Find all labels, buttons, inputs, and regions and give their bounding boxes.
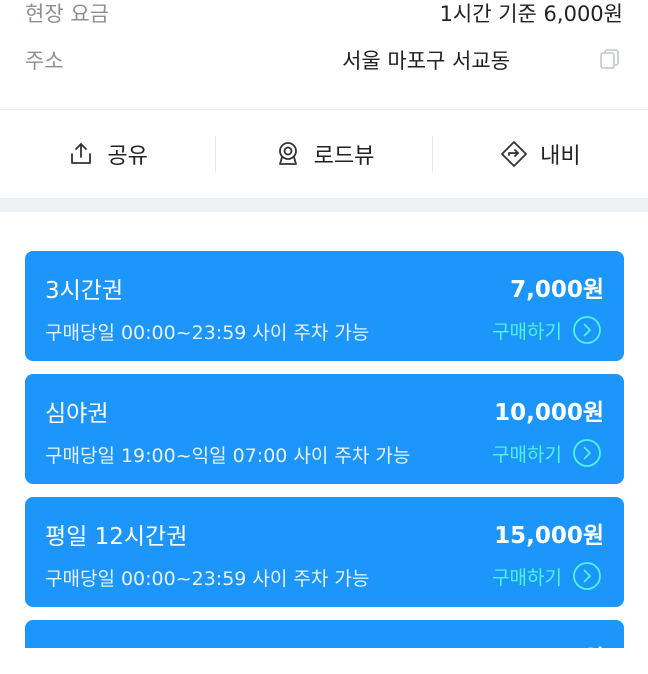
ticket-name: 심야권: [45, 401, 109, 427]
ticket-price: 15,000원: [494, 523, 604, 549]
roadview-label: 로드뷰: [313, 144, 375, 169]
buy-button[interactable]: 구매하기: [492, 315, 602, 345]
ticket-price: 10,000원: [494, 400, 604, 426]
buy-button[interactable]: 구매하기: [492, 438, 602, 468]
ticket-card[interactable]: 평일 12시간권 15,000원 구매당일 00:00~23:59 사이 주차 …: [25, 497, 624, 607]
navigation-label: 내비: [540, 144, 581, 169]
action-bar: 공유 로드뷰 내비: [0, 110, 648, 198]
copy-icon[interactable]: [599, 48, 621, 70]
ticket-name: 평일 당일권(월~금): [45, 647, 238, 673]
ticket-price: 20,000원: [494, 646, 604, 672]
onsite-fee-label: 현장 요금: [25, 2, 109, 26]
buy-label: 구매하기: [492, 320, 562, 343]
ticket-card[interactable]: 3시간권 7,000원 구매당일 00:00~23:59 사이 주차 가능 구매…: [25, 251, 624, 361]
onsite-fee-row: 현장 요금 1시간 기준 6,000원: [0, 0, 648, 33]
address-label: 주소: [25, 49, 64, 73]
navigation-button[interactable]: 내비: [433, 110, 648, 198]
buy-label: 구매하기: [492, 443, 562, 466]
chevron-right-circle-icon: [573, 316, 601, 344]
section-gap: [0, 198, 648, 212]
buy-label: 구매하기: [492, 566, 562, 589]
buy-button[interactable]: 구매하기: [492, 561, 602, 591]
share-label: 공유: [107, 144, 148, 169]
ticket-description: 구매당일 00:00~23:59 사이 주차 가능: [45, 568, 370, 590]
roadview-button[interactable]: 로드뷰: [216, 110, 431, 198]
ticket-card[interactable]: 심야권 10,000원 구매당일 19:00~익일 07:00 사이 주차 가능…: [25, 374, 624, 484]
address-value: 서울 마포구 서교동: [342, 49, 510, 73]
ticket-name: 평일 12시간권: [45, 524, 188, 550]
ticket-price: 7,000원: [510, 277, 604, 303]
address-row: 주소 서울 마포구 서교동: [0, 40, 648, 80]
share-icon: [71, 143, 92, 164]
navigation-icon: [501, 141, 527, 167]
onsite-fee-value: 1시간 기준 6,000원: [439, 2, 623, 26]
chevron-right-circle-icon: [573, 562, 601, 590]
ticket-card[interactable]: 평일 당일권(월~금) 20,000원: [25, 620, 624, 673]
share-button[interactable]: 공유: [0, 110, 215, 198]
chevron-right-circle-icon: [573, 439, 601, 467]
ticket-name: 3시간권: [45, 278, 124, 304]
ticket-description: 구매당일 19:00~익일 07:00 사이 주차 가능: [45, 445, 411, 467]
roadview-icon: [278, 142, 297, 165]
ticket-description: 구매당일 00:00~23:59 사이 주차 가능: [45, 322, 370, 344]
